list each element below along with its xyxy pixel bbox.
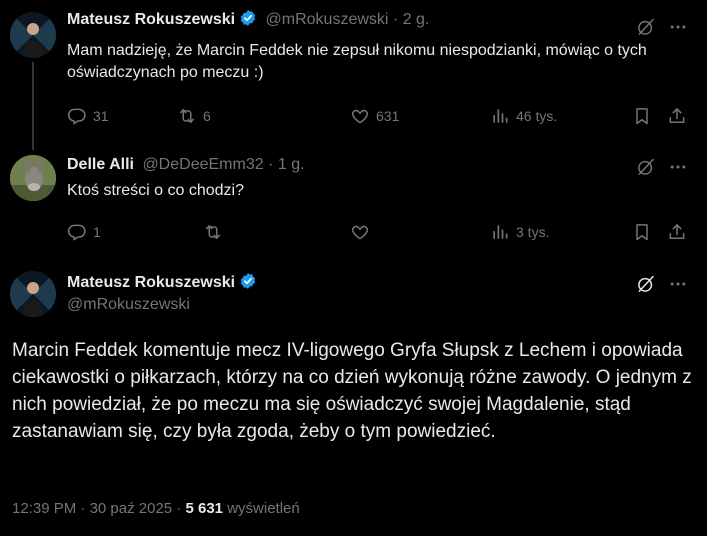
separator-dot: · xyxy=(176,500,182,517)
author-name[interactable]: Mateusz Rokuszewski xyxy=(67,274,235,291)
grok-icon[interactable] xyxy=(636,274,656,294)
tweet-time[interactable]: 12:39 PM xyxy=(12,500,76,517)
tweet-text: Marcin Feddek komentuje mecz IV-ligowego… xyxy=(12,340,692,442)
author-handle[interactable]: @mRokuszewski xyxy=(67,294,257,316)
main-author-block: Mateusz Rokuszewski @mRokuszewski xyxy=(67,272,257,316)
avatar[interactable] xyxy=(10,271,56,317)
views-label: wyświetleń xyxy=(227,500,300,517)
separator-dot: · xyxy=(80,500,86,517)
more-icon[interactable] xyxy=(668,274,688,294)
verified-icon xyxy=(239,272,257,290)
avatar-image xyxy=(10,271,56,317)
views-count: 5 631 xyxy=(185,500,224,517)
tweet-date[interactable]: 30 paź 2025 xyxy=(90,500,173,517)
main-tweet: Mateusz Rokuszewski @mRokuszewski Marcin… xyxy=(0,0,707,536)
tweet-meta: 12:39 PM · 30 paź 2025 · 5 631 wyświetle… xyxy=(12,498,300,520)
